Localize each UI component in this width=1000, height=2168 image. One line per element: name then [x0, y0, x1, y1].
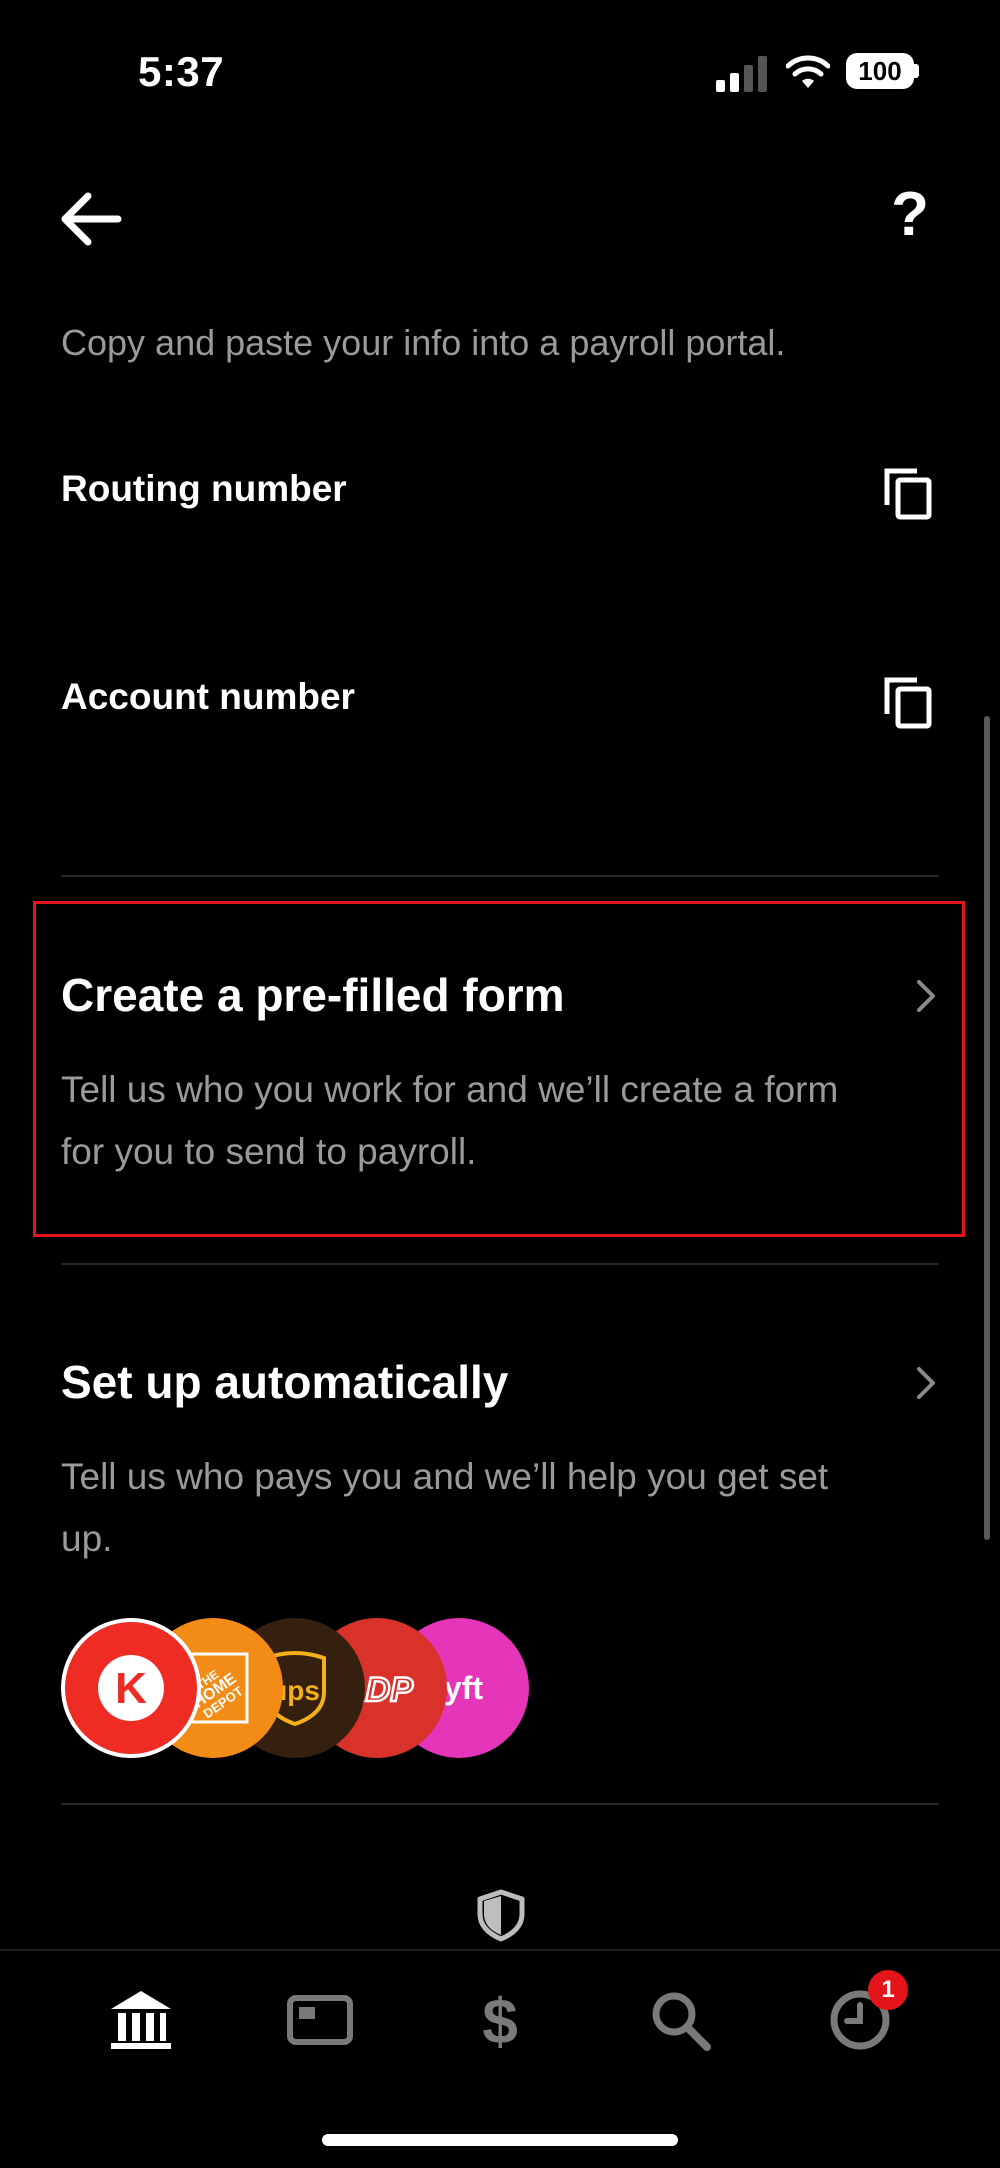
- copy-routing-number-icon[interactable]: [882, 465, 934, 521]
- chevron-right-icon[interactable]: [915, 1365, 937, 1401]
- help-icon[interactable]: ?: [880, 180, 940, 250]
- activity-badge: 1: [868, 1970, 908, 2010]
- routing-number-label: Routing number: [61, 468, 347, 509]
- cellular-signal-icon: [716, 56, 767, 92]
- dollar-icon[interactable]: $: [465, 1985, 535, 2055]
- circle-k-mark: K: [98, 1655, 164, 1721]
- copy-account-number-icon[interactable]: [882, 674, 934, 730]
- shield-icon: [477, 1889, 525, 1942]
- intro-text: Copy and paste your info into a payroll …: [61, 322, 786, 363]
- wifi-icon: [786, 55, 830, 88]
- status-time: 5:37: [138, 48, 225, 95]
- account-number-label: Account number: [61, 676, 355, 717]
- tab-bar-divider: [0, 1949, 1000, 1951]
- chevron-right-icon: [917, 980, 935, 1012]
- prefilled-form-title: Create a pre-filled form: [61, 969, 565, 1021]
- divider: [61, 1263, 939, 1265]
- circle-k-logo: K: [61, 1618, 201, 1758]
- svg-text:$: $: [482, 1985, 518, 2055]
- battery-icon: 100: [846, 53, 914, 89]
- home-indicator[interactable]: [322, 2134, 678, 2146]
- bank-icon[interactable]: [106, 1985, 176, 2055]
- setup-automatically-description: Tell us who pays you and we’ll help you …: [61, 1456, 829, 1559]
- prefilled-form-description: Tell us who you work for and we’ll creat…: [61, 1069, 839, 1172]
- employer-logos: K THE HOME DEPOT ups ADP lyft: [61, 1618, 529, 1758]
- back-arrow-icon[interactable]: [56, 184, 126, 254]
- divider: [61, 875, 939, 877]
- scrollbar[interactable]: [984, 716, 990, 1540]
- divider: [61, 1803, 939, 1805]
- search-icon[interactable]: [645, 1985, 715, 2055]
- setup-automatically-title[interactable]: Set up automatically: [61, 1355, 508, 1409]
- svg-text:K: K: [115, 1664, 147, 1713]
- card-icon[interactable]: [285, 1985, 355, 2055]
- battery-nub: [914, 64, 919, 78]
